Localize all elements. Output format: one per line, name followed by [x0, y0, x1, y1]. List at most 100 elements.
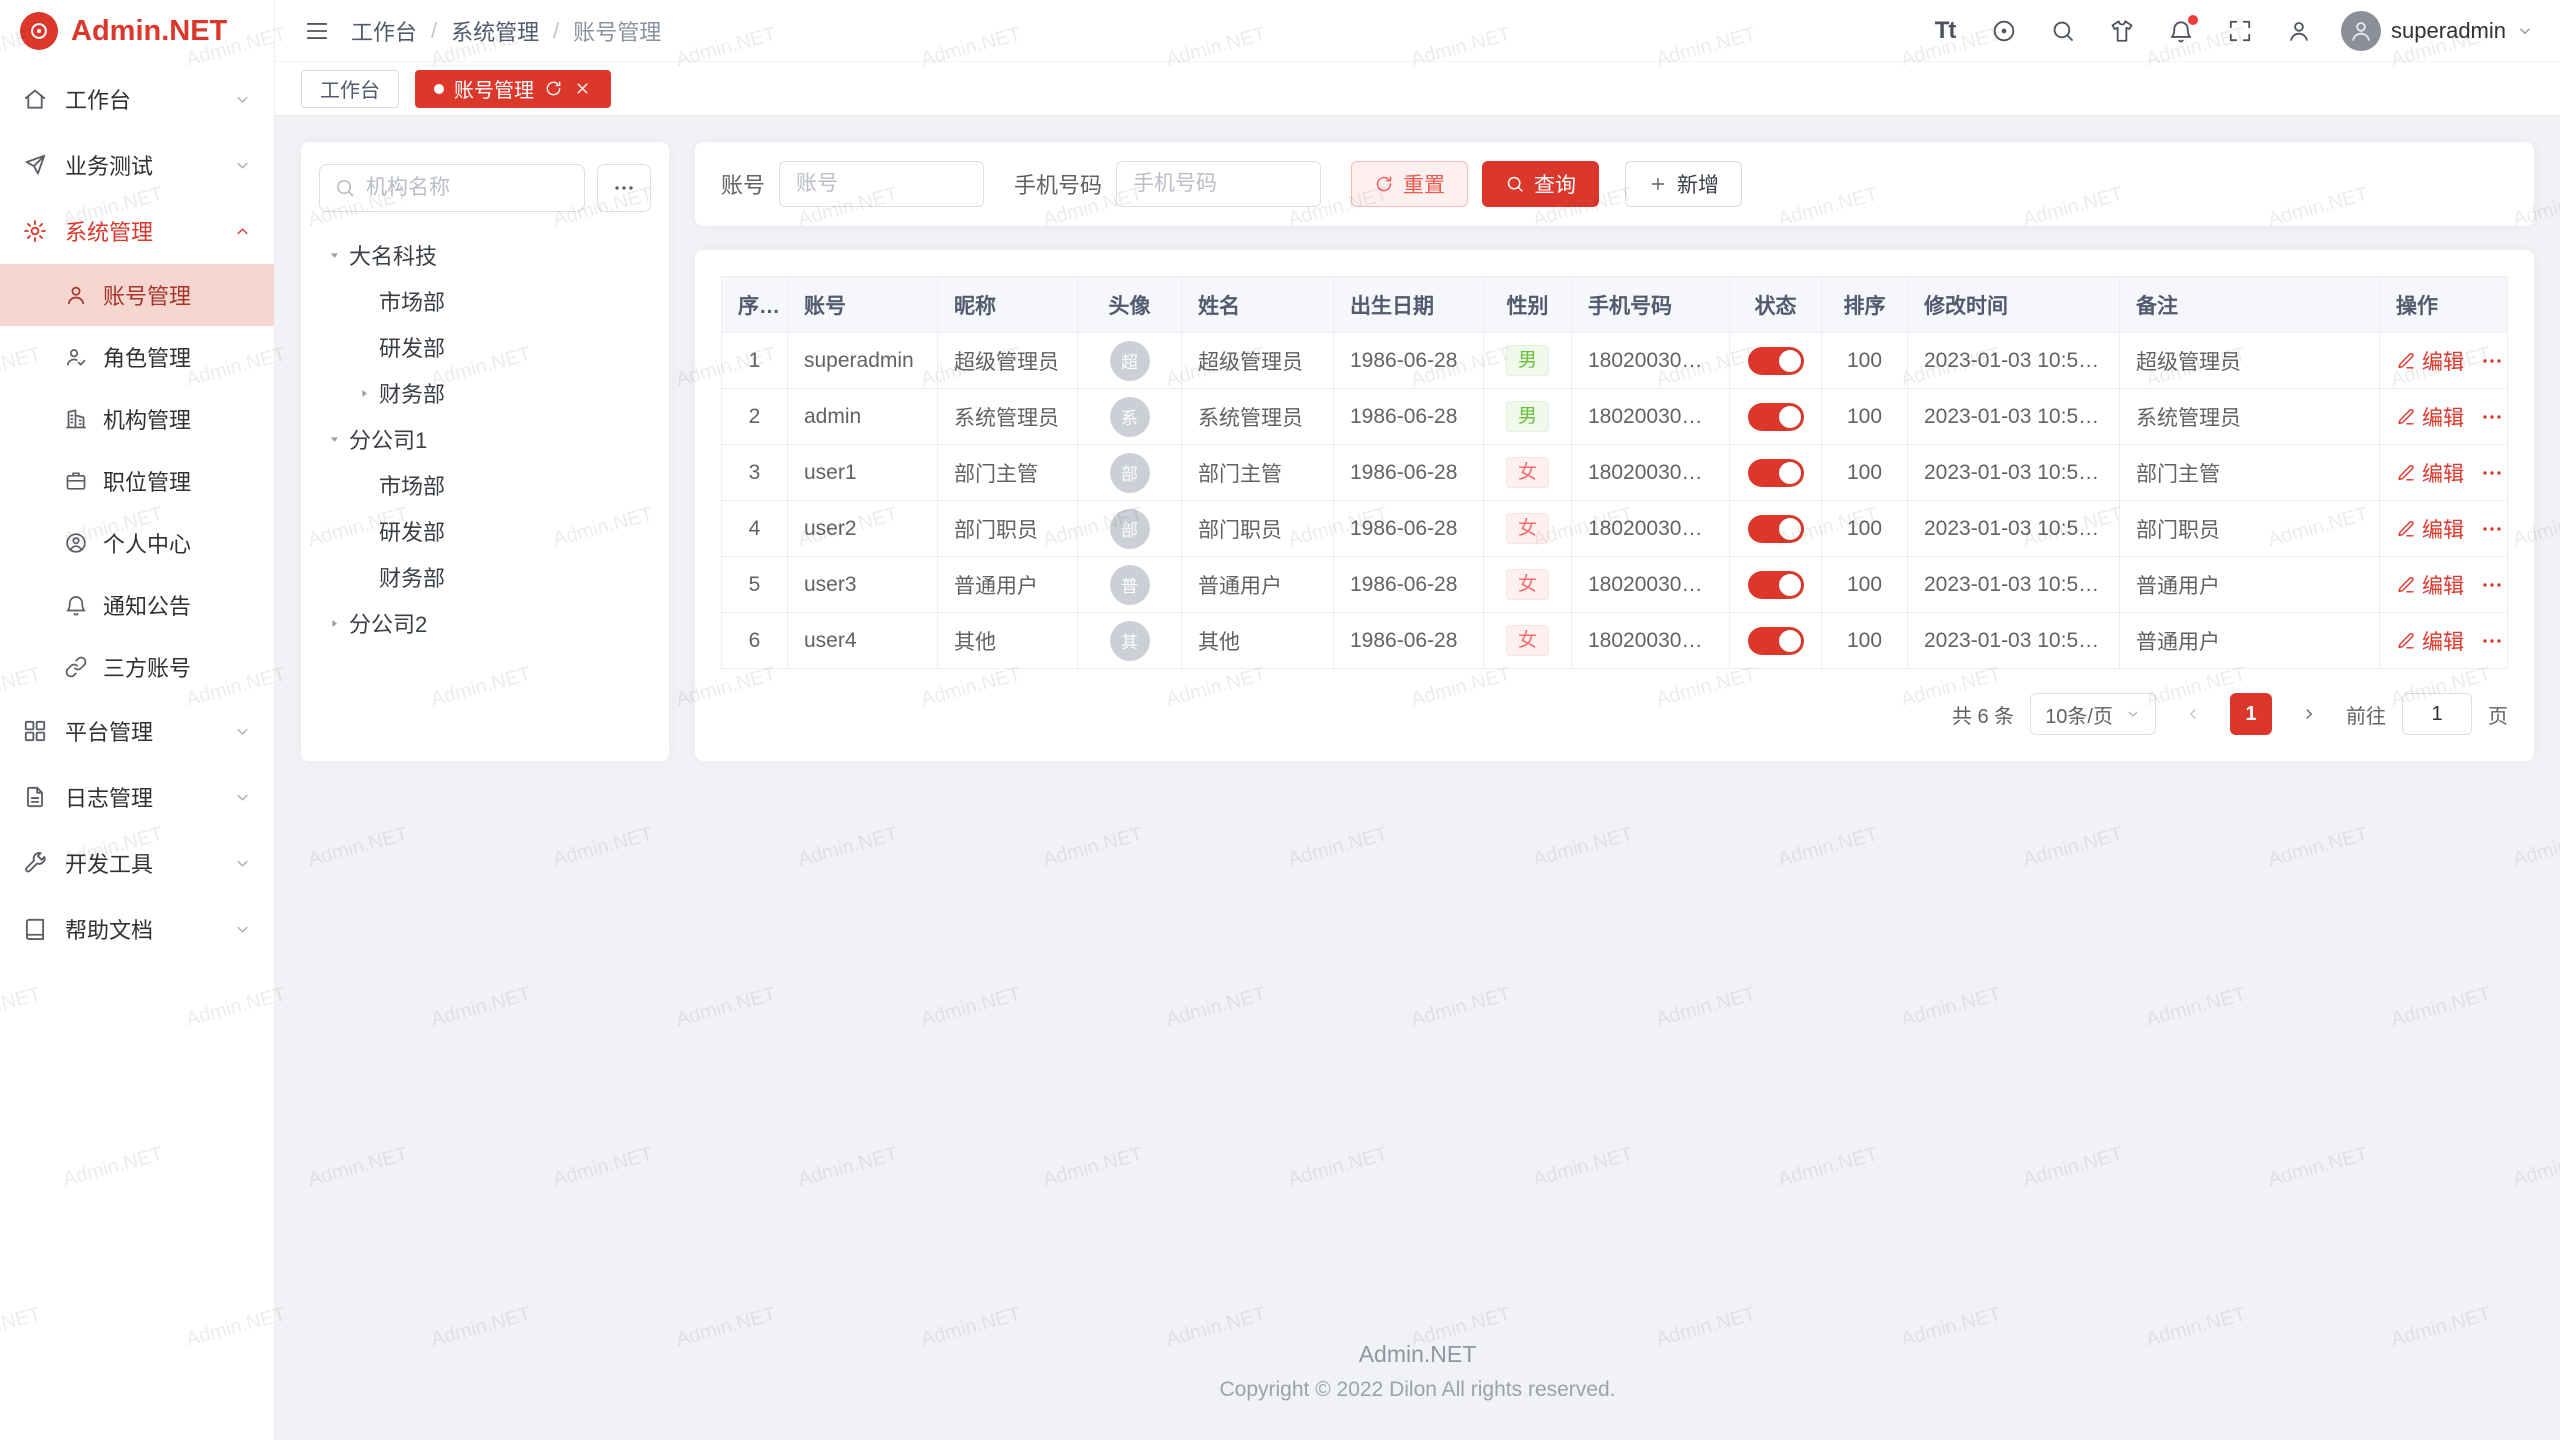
tree-more-button[interactable] — [597, 164, 651, 212]
font-size-icon[interactable]: Tt — [1929, 15, 1961, 47]
page-number-button[interactable]: 1 — [2230, 693, 2272, 735]
goto-page-input[interactable] — [2402, 693, 2472, 735]
tree-node[interactable]: 财务部 — [319, 554, 651, 600]
edit-label: 编辑 — [2422, 514, 2464, 544]
chevron-down-icon — [2125, 706, 2141, 722]
sidebar-item[interactable]: 业务测试 — [0, 132, 274, 198]
tab-active-dot — [434, 84, 444, 94]
tree-node[interactable]: 大名科技 — [319, 232, 651, 278]
tree-node[interactable]: 分公司2 — [319, 600, 651, 646]
breadcrumb-item[interactable]: 账号管理 — [573, 15, 661, 47]
row-more-button[interactable] — [2480, 573, 2504, 597]
edit-button[interactable]: 编辑 — [2396, 626, 2464, 656]
page-size-value: 10条/页 — [2045, 700, 2113, 729]
reset-button[interactable]: 重置 — [1351, 161, 1468, 207]
sidebar-item[interactable]: 开发工具 — [0, 830, 274, 896]
tree-node[interactable]: 研发部 — [319, 324, 651, 370]
cell-actions: 编辑 — [2380, 501, 2508, 557]
brand[interactable]: Admin.NET — [0, 0, 274, 62]
caret-down-icon[interactable] — [319, 424, 349, 454]
edit-button[interactable]: 编辑 — [2396, 402, 2464, 432]
caret-down-icon[interactable] — [319, 240, 349, 270]
row-more-button[interactable] — [2480, 349, 2504, 373]
goto-label: 前往 — [2346, 700, 2386, 729]
edit-button[interactable]: 编辑 — [2396, 570, 2464, 600]
chevron-down-icon — [233, 920, 252, 939]
row-more-button[interactable] — [2480, 517, 2504, 541]
status-toggle[interactable] — [1748, 403, 1804, 431]
tab[interactable]: 工作台 — [301, 70, 399, 108]
cell-birthdate: 1986-06-28 — [1334, 613, 1484, 669]
tree-node[interactable]: 市场部 — [319, 278, 651, 324]
tree-node[interactable]: 研发部 — [319, 508, 651, 554]
sidebar-item[interactable]: 日志管理 — [0, 764, 274, 830]
tree-node[interactable]: 市场部 — [319, 462, 651, 508]
status-toggle[interactable] — [1748, 459, 1804, 487]
search-button[interactable]: 查询 — [1482, 161, 1599, 207]
cell-sort: 100 — [1822, 613, 1908, 669]
account-input[interactable] — [779, 161, 984, 207]
edit-button[interactable]: 编辑 — [2396, 458, 2464, 488]
sidebar-subitem[interactable]: 职位管理 — [0, 450, 274, 512]
sidebar-subitem[interactable]: 三方账号 — [0, 636, 274, 698]
cell-sort: 100 — [1822, 333, 1908, 389]
tab-label: 账号管理 — [454, 74, 534, 103]
sidebar-item[interactable]: 平台管理 — [0, 698, 274, 764]
phone-input[interactable] — [1116, 161, 1321, 207]
add-button[interactable]: 新增 — [1625, 161, 1742, 207]
sidebar-subitem[interactable]: 个人中心 — [0, 512, 274, 574]
column-header: 账号 — [788, 277, 938, 333]
breadcrumb-item[interactable]: 系统管理 — [451, 15, 539, 47]
gender-badge: 女 — [1506, 625, 1549, 657]
status-toggle[interactable] — [1748, 571, 1804, 599]
header: 工作台/系统管理/账号管理 Tt superadmin — [275, 0, 2560, 62]
cell-phone: 18020030720 — [1572, 613, 1730, 669]
avatar — [2341, 11, 2381, 51]
tree-node[interactable]: 财务部 — [319, 370, 651, 416]
component-size-icon[interactable] — [1988, 15, 2020, 47]
tab-refresh-icon[interactable] — [544, 79, 563, 98]
cell-nickname: 系统管理员 — [938, 389, 1078, 445]
fullscreen-icon[interactable] — [2224, 15, 2256, 47]
search-icon[interactable] — [2047, 15, 2079, 47]
next-page-button[interactable] — [2288, 693, 2330, 735]
edit-button[interactable]: 编辑 — [2396, 346, 2464, 376]
sidebar-subitem[interactable]: 账号管理 — [0, 264, 274, 326]
sidebar-item[interactable]: 系统管理 — [0, 198, 274, 264]
sidebar-subitem[interactable]: 角色管理 — [0, 326, 274, 388]
tab-close-icon[interactable] — [573, 79, 592, 98]
caret-right-icon[interactable] — [319, 608, 349, 638]
user-menu[interactable]: superadmin — [2341, 11, 2534, 51]
prev-page-button[interactable] — [2172, 693, 2214, 735]
breadcrumb-item[interactable]: 工作台 — [351, 15, 417, 47]
org-search-input[interactable] — [366, 176, 570, 200]
cell-account: user3 — [788, 557, 938, 613]
status-toggle[interactable] — [1748, 627, 1804, 655]
status-toggle[interactable] — [1748, 515, 1804, 543]
edit-button[interactable]: 编辑 — [2396, 514, 2464, 544]
username: superadmin — [2391, 18, 2506, 44]
page-size-select[interactable]: 10条/页 — [2030, 693, 2156, 735]
sidebar-item[interactable]: 工作台 — [0, 66, 274, 132]
row-more-button[interactable] — [2480, 405, 2504, 429]
cell-avatar: 超 — [1078, 333, 1182, 389]
sidebar-item[interactable]: 帮助文档 — [0, 896, 274, 962]
caret-right-icon[interactable] — [349, 378, 379, 408]
cell-birthdate: 1986-06-28 — [1334, 501, 1484, 557]
page-suffix-label: 页 — [2488, 700, 2508, 729]
row-more-button[interactable] — [2480, 629, 2504, 653]
notification-bell-icon[interactable] — [2165, 15, 2197, 47]
avatar: 超 — [1110, 341, 1150, 381]
theme-icon[interactable] — [2106, 15, 2138, 47]
app-root: Admin.NET 工作台业务测试系统管理账号管理角色管理机构管理职位管理个人中… — [0, 0, 2560, 1440]
cell-modified: 2023-01-03 10:59:44 — [1908, 389, 2120, 445]
sidebar-subitem[interactable]: 通知公告 — [0, 574, 274, 636]
tree-node[interactable]: 分公司1 — [319, 416, 651, 462]
hamburger-menu-icon[interactable] — [301, 15, 333, 47]
tab[interactable]: 账号管理 — [415, 70, 611, 108]
cell-account: user4 — [788, 613, 938, 669]
sidebar-subitem[interactable]: 机构管理 — [0, 388, 274, 450]
user-center-icon[interactable] — [2283, 15, 2315, 47]
row-more-button[interactable] — [2480, 461, 2504, 485]
status-toggle[interactable] — [1748, 347, 1804, 375]
